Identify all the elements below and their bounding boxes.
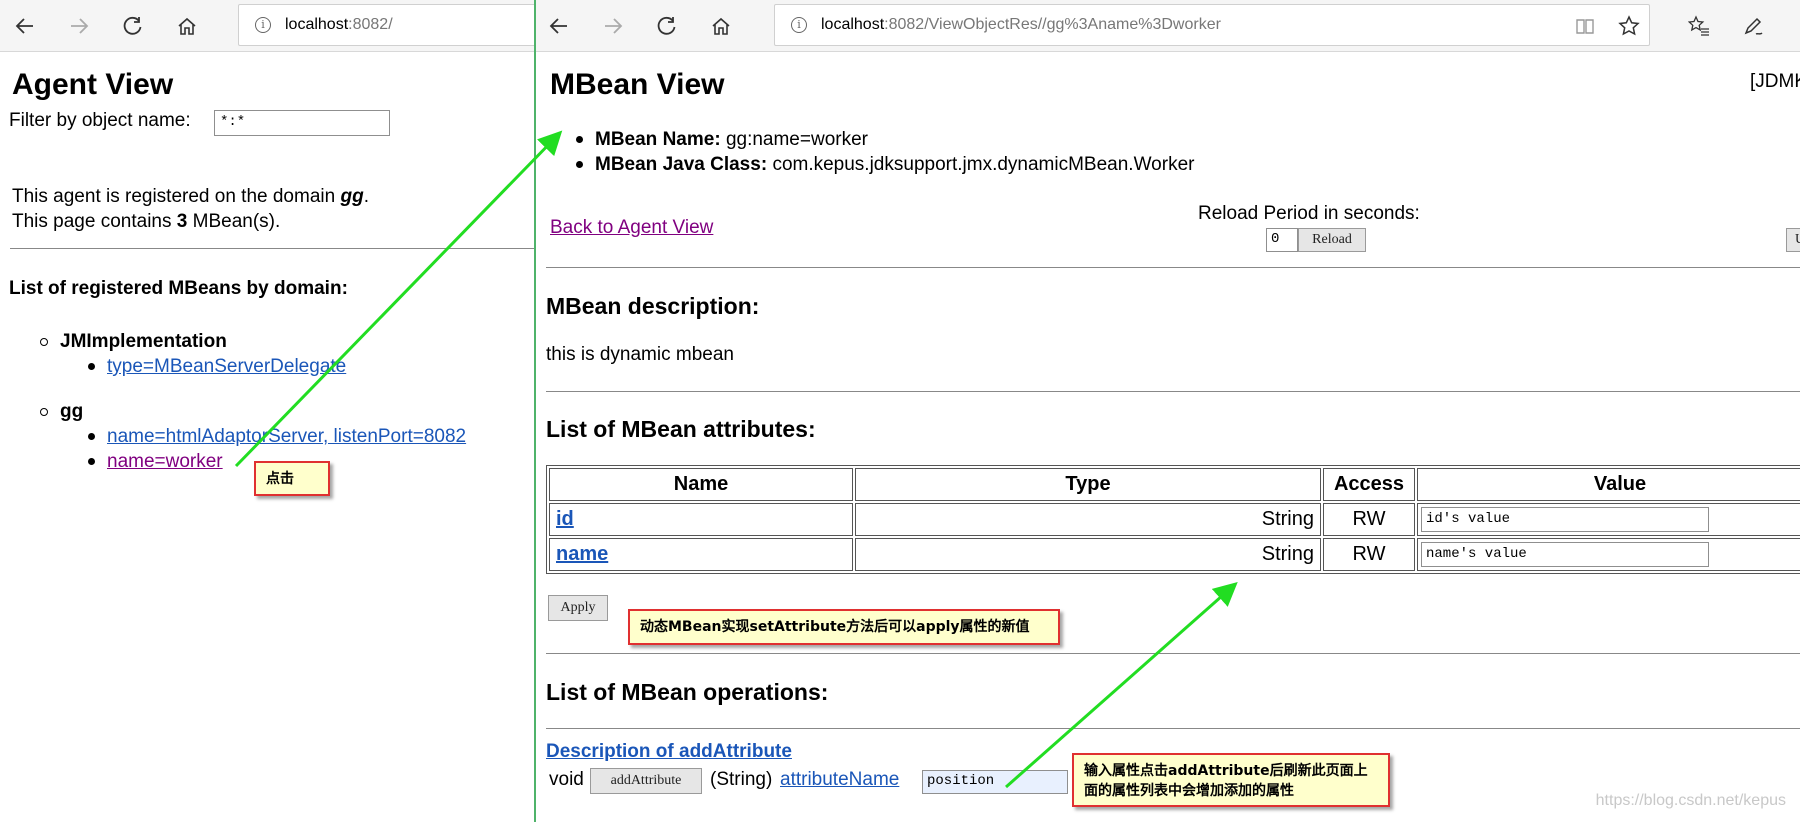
attribute-value-input-name[interactable]: name's value: [1421, 542, 1709, 567]
divider: [546, 391, 1800, 392]
attribute-link-name[interactable]: name: [556, 543, 608, 565]
operations-heading: List of MBean operations:: [546, 679, 829, 705]
attribute-access-cell: RW: [1323, 538, 1415, 571]
mbean-item: name=worker: [88, 451, 223, 473]
refresh-icon[interactable]: [116, 10, 150, 42]
address-bar[interactable]: i localhost:8082/ViewObjectRes//gg%3Anam…: [774, 4, 1650, 46]
description-heading: MBean description:: [546, 293, 760, 319]
pen-icon[interactable]: [1736, 10, 1770, 42]
mbean-name-value: gg:name=worker: [725, 129, 868, 150]
operation-return-type: void: [549, 769, 584, 790]
divider: [546, 267, 1800, 268]
home-icon[interactable]: [170, 10, 204, 42]
home-icon[interactable]: [704, 10, 738, 42]
operation-param-type: (String): [710, 769, 773, 790]
address-host: localhost: [821, 16, 885, 33]
back-icon[interactable]: [8, 10, 42, 42]
divider: [546, 728, 1800, 729]
agent-view-window: i localhost:8082/ Agent View Filter by o…: [0, 0, 534, 822]
mbean-class-value: com.kepus.jdksupport.jmx.dynamicMBean.Wo…: [772, 154, 1195, 175]
mbean-view-page: MBean View [JDMK MBean Name: gg:name=wor…: [536, 52, 1800, 822]
favorites-list-icon[interactable]: [1682, 10, 1716, 42]
mbean-name-item: MBean Name: gg:name=worker: [576, 129, 868, 151]
corner-label: [JDMK: [1750, 71, 1800, 92]
browser-toolbar: i localhost:8082/ViewObjectRes//gg%3Anam…: [536, 0, 1800, 52]
column-header-name: Name: [549, 468, 853, 501]
attribute-name-input[interactable]: position: [922, 770, 1068, 794]
attributes-heading: List of MBean attributes:: [546, 416, 816, 442]
back-to-agent-view-link[interactable]: Back to Agent View: [550, 217, 713, 239]
domain-item-gg: gg: [40, 401, 83, 423]
add-attribute-button[interactable]: addAttribute: [590, 768, 702, 794]
page-title: MBean View: [550, 68, 725, 101]
reload-period-input[interactable]: 0: [1266, 228, 1298, 252]
address-host: localhost: [285, 16, 349, 33]
mbean-link-worker[interactable]: name=worker: [107, 451, 223, 472]
filter-label: Filter by object name:: [9, 110, 191, 131]
agent-view-page: Agent View Filter by object name: *:* Th…: [0, 52, 534, 822]
mbean-link-mbeanserverdelegate[interactable]: type=MBeanServerDelegate: [107, 356, 346, 377]
mbean-item: name=htmlAdaptorServer, listenPort=8082: [88, 426, 466, 448]
domain-name: gg: [340, 186, 364, 207]
attribute-value-cell: name's value: [1417, 538, 1800, 571]
address-path: :8082/ViewObjectRes//gg%3Aname%3Dworker: [884, 16, 1221, 33]
column-header-value: Value: [1417, 468, 1800, 501]
forward-icon[interactable]: [62, 10, 96, 42]
page-title: Agent View: [12, 68, 174, 101]
domain-line: This agent is registered on the domain g…: [12, 186, 369, 207]
mbean-view-window: i localhost:8082/ViewObjectRes//gg%3Anam…: [534, 0, 1800, 822]
browser-toolbar: i localhost:8082/: [0, 0, 534, 52]
column-header-access: Access: [1323, 468, 1415, 501]
column-header-type: Type: [855, 468, 1321, 501]
domain-item-jmimplementation: JMImplementation: [40, 331, 227, 353]
mbean-link-htmladaptorserver[interactable]: name=htmlAdaptorServer, listenPort=8082: [107, 426, 466, 447]
reload-button[interactable]: Reload: [1298, 228, 1366, 252]
add-attribute-annotation-note: 输入属性点击addAttribute后刷新此页面上面的属性列表中会增加添加的属性: [1072, 753, 1390, 807]
apply-annotation-note: 动态MBean实现setAttribute方法后可以apply属性的新值: [628, 609, 1060, 645]
table-row: name String RW name's value: [549, 538, 1800, 571]
update-button[interactable]: U: [1786, 228, 1800, 252]
info-icon: i: [791, 17, 807, 33]
divider: [10, 248, 534, 249]
attributes-table: Name Type Access Value id String RW id's…: [546, 465, 1800, 574]
table-header-row: Name Type Access Value: [549, 468, 1800, 501]
watermark: https://blog.csdn.net/kepus: [1595, 792, 1786, 809]
attribute-name-cell: name: [549, 538, 853, 571]
mbean-class-item: MBean Java Class: com.kepus.jdksupport.j…: [576, 154, 1194, 176]
operation-description-link[interactable]: Description of addAttribute: [546, 741, 792, 763]
attribute-link-id[interactable]: id: [556, 508, 574, 530]
refresh-icon[interactable]: [650, 10, 684, 42]
address-bar[interactable]: i localhost:8082/: [238, 4, 534, 46]
click-annotation-note: 点击: [254, 461, 330, 496]
address-path: :8082/: [348, 16, 393, 33]
forward-icon[interactable]: [596, 10, 630, 42]
back-icon[interactable]: [542, 10, 576, 42]
attribute-value-cell: id's value: [1417, 503, 1800, 536]
attribute-value-input-id[interactable]: id's value: [1421, 507, 1709, 532]
favorite-star-icon[interactable]: [1612, 10, 1646, 42]
description-text: this is dynamic mbean: [546, 344, 734, 365]
reload-period-label: Reload Period in seconds:: [1198, 203, 1420, 224]
table-row: id String RW id's value: [549, 503, 1800, 536]
mbean-count: 3: [176, 211, 188, 232]
attribute-access-cell: RW: [1323, 503, 1415, 536]
filter-input[interactable]: *:*: [214, 110, 390, 136]
attribute-name-cell: id: [549, 503, 853, 536]
list-heading: List of registered MBeans by domain:: [9, 278, 348, 299]
divider: [546, 653, 1800, 654]
count-line: This page contains 3 MBean(s).: [12, 211, 281, 232]
mbean-item: type=MBeanServerDelegate: [88, 356, 346, 378]
attribute-type-cell: String: [855, 538, 1321, 571]
operation-param-name-link[interactable]: attributeName: [780, 769, 899, 791]
attribute-type-cell: String: [855, 503, 1321, 536]
info-icon: i: [255, 17, 271, 33]
reading-view-icon[interactable]: [1568, 10, 1602, 42]
apply-button[interactable]: Apply: [548, 595, 608, 621]
